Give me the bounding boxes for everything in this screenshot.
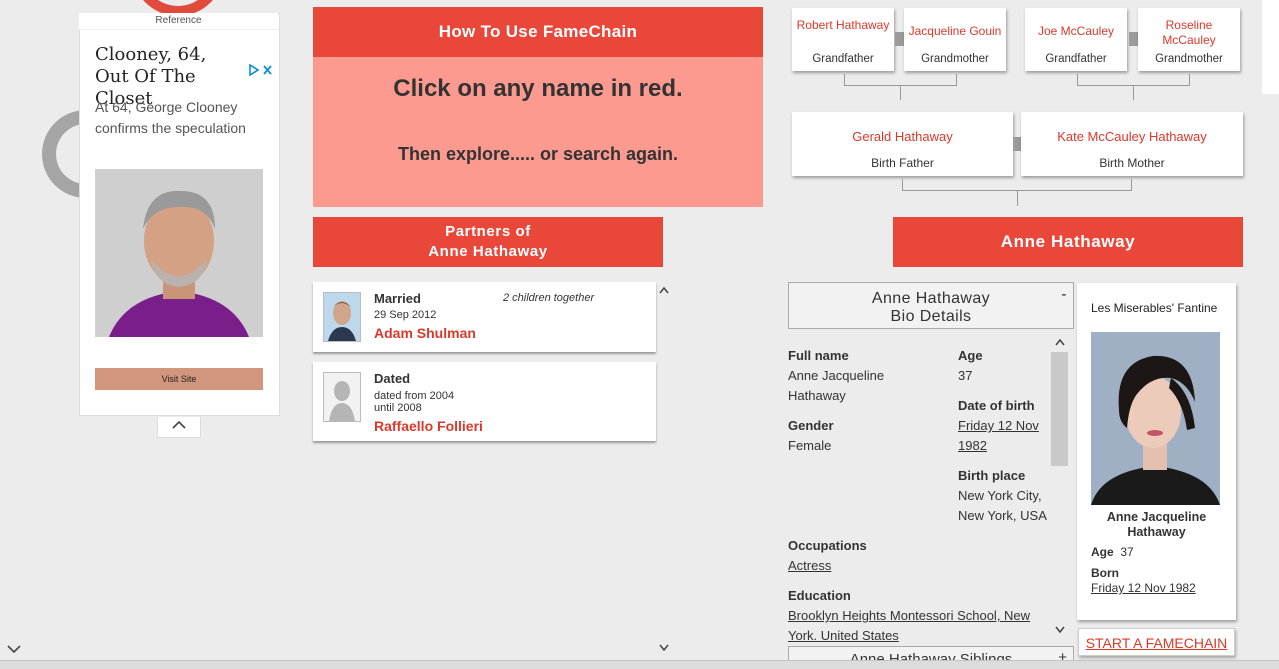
partner-date-end: until 2008 xyxy=(374,402,422,414)
adchoices-icon[interactable] xyxy=(249,63,273,79)
howto-line2: Then explore..... or search again. xyxy=(397,144,679,164)
grandparent-card[interactable]: Roseline McCauley Grandmother xyxy=(1138,8,1240,71)
scroll-up-icon[interactable] xyxy=(659,283,669,297)
dob-link[interactable]: Friday 12 Nov 1982 xyxy=(958,416,1048,456)
profile-name: Anne Jacqueline Hathaway xyxy=(1106,510,1207,539)
parent-card[interactable]: Kate McCauley Hathaway Birth Mother xyxy=(1021,112,1243,176)
grandparent-role: Grandmother xyxy=(1155,53,1223,65)
bio-title-line1: Anne Hathaway xyxy=(871,290,991,307)
grandparent-name-link[interactable]: Roseline McCauley xyxy=(1138,18,1240,48)
bio-scroll-up-icon[interactable] xyxy=(1055,337,1065,349)
ad-visit-site-button[interactable]: Visit Site xyxy=(95,368,263,390)
grandparent-role: Grandfather xyxy=(1045,53,1107,65)
partner-relation-type: Married xyxy=(374,291,421,306)
bio-title-line2: Bio Details xyxy=(890,308,972,325)
scroll-down-icon[interactable] xyxy=(659,641,669,655)
profile-age-value: 37 xyxy=(1120,545,1134,559)
partner-photo-placeholder[interactable] xyxy=(323,372,361,422)
grandparent-name-link[interactable]: Jacqueline Gouin xyxy=(904,24,1006,39)
tree-line xyxy=(1133,85,1134,100)
howto-title: How To Use FameChain xyxy=(313,7,763,57)
couple-connector xyxy=(1013,137,1021,151)
tree-line xyxy=(1017,190,1018,206)
partners-title-line1: Partners of xyxy=(445,223,531,240)
partners-title-line2: Anne Hathaway xyxy=(428,243,548,260)
grandparent-name-link[interactable]: Joe McCauley xyxy=(1025,24,1127,39)
parent-role: Birth Father xyxy=(871,156,934,170)
profile-photo xyxy=(1091,332,1220,505)
chevron-up-icon[interactable] xyxy=(157,417,201,438)
gender-value: Female xyxy=(788,438,832,453)
partner-name-link[interactable]: Adam Shulman xyxy=(374,325,476,341)
parent-role: Birth Mother xyxy=(1099,156,1165,170)
grandparent-card[interactable]: Joe McCauley Grandfather xyxy=(1025,8,1127,71)
grandparent-card[interactable]: Jacqueline Gouin Grandmother xyxy=(904,8,1006,71)
birthplace-label: Birth place xyxy=(958,468,1026,483)
couple-connector xyxy=(895,32,904,46)
age-label: Age xyxy=(958,348,983,363)
couple-connector xyxy=(1129,32,1138,46)
celebrity-name-banner: Anne Hathaway xyxy=(893,217,1243,267)
education-label: Education xyxy=(788,588,851,603)
start-famechain-button[interactable]: START A FAMECHAIN xyxy=(1078,628,1235,656)
partner-photo[interactable] xyxy=(323,292,361,342)
partner-note: 2 children together xyxy=(503,292,595,304)
full-name-label: Full name xyxy=(788,348,849,363)
ad-photo[interactable] xyxy=(95,169,263,337)
age-value: 37 xyxy=(958,368,973,383)
grandparent-role: Grandmother xyxy=(921,53,989,65)
partner-date: 29 Sep 2012 xyxy=(374,309,437,321)
ad-subtext[interactable]: At 64, George Clooney confirms the specu… xyxy=(95,97,265,139)
profile-born-label: Born xyxy=(1091,566,1119,580)
profile-born-link[interactable]: Friday 12 Nov 1982 xyxy=(1091,581,1196,595)
bio-scrollbar-thumb[interactable] xyxy=(1051,352,1068,466)
tree-line xyxy=(900,85,901,100)
occupations-label: Occupations xyxy=(788,538,867,553)
parent-name-link[interactable]: Gerald Hathaway xyxy=(792,129,1013,144)
bio-details-header[interactable]: Anne Hathaway Bio Details - xyxy=(788,282,1074,329)
partner-name-link[interactable]: Raffaello Follieri xyxy=(374,418,483,434)
occupation-link[interactable]: Actress xyxy=(788,556,831,576)
profile-card: Les Miserables' Fantine Anne Jacqueline … xyxy=(1077,283,1236,620)
profile-age: Age 37 xyxy=(1091,545,1134,559)
partners-title: Partners of Anne Hathaway xyxy=(313,217,663,267)
grandparent-card[interactable]: Robert Hathaway Grandfather xyxy=(792,8,894,71)
parent-card[interactable]: Gerald Hathaway Birth Father xyxy=(792,112,1013,176)
partner-card[interactable]: Dated dated from 2004 until 2008 Raffael… xyxy=(313,362,656,441)
bio-scroll-down-icon[interactable] xyxy=(1055,625,1065,637)
chevron-down-icon[interactable] xyxy=(6,642,22,660)
education-value[interactable]: Brooklyn Heights Montessori School, New … xyxy=(788,606,1050,646)
full-name-value: Anne Jacqueline Hathaway xyxy=(788,368,885,403)
profile-caption: Les Miserables' Fantine xyxy=(1091,301,1218,315)
partner-relation-type: Dated xyxy=(374,371,411,386)
partner-card[interactable]: Married 2 children together 29 Sep 2012 … xyxy=(313,282,656,352)
howto-line1: Click on any name in red. xyxy=(393,75,683,102)
ad-reference-label: Reference xyxy=(79,13,278,30)
education-link[interactable]: Brooklyn Heights Montessori School, New … xyxy=(788,608,1030,643)
collapse-toggle[interactable]: - xyxy=(1061,286,1067,304)
page-edge-panel xyxy=(1262,0,1279,94)
birthplace-value: New York City, New York, USA xyxy=(958,488,1047,523)
howto-panel: Click on any name in red. Then explore..… xyxy=(313,57,763,207)
grandparent-role: Grandfather xyxy=(812,53,874,65)
grandparent-name-link[interactable]: Robert Hathaway xyxy=(792,18,894,33)
profile-age-label: Age xyxy=(1091,545,1114,559)
parent-name-link[interactable]: Kate McCauley Hathaway xyxy=(1021,129,1243,144)
dob-label: Date of birth xyxy=(958,398,1035,413)
gender-label: Gender xyxy=(788,418,834,433)
